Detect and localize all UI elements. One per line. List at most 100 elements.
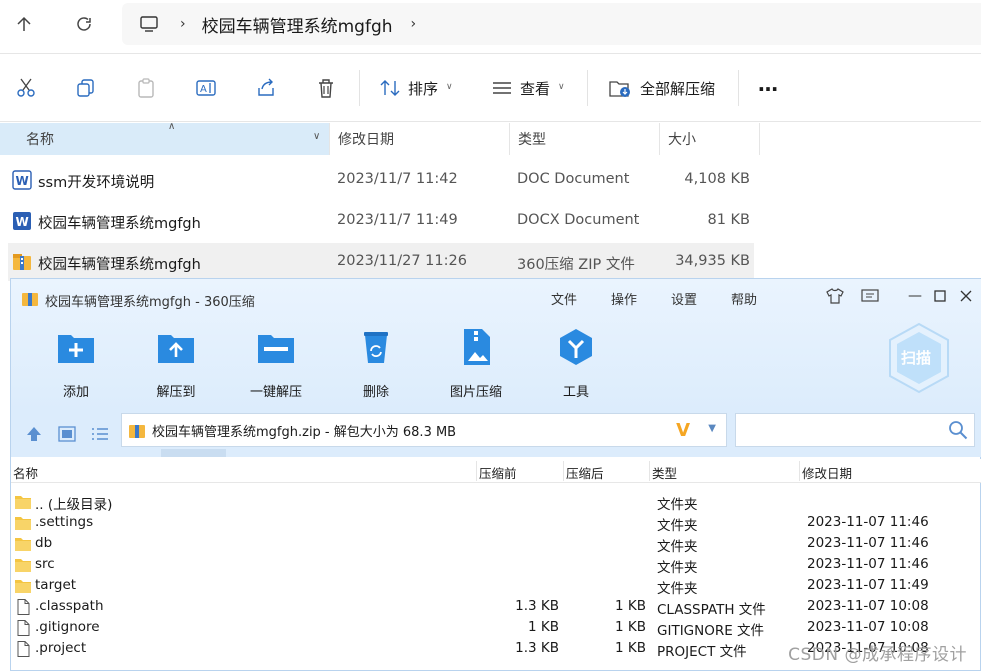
file-icon xyxy=(17,599,30,615)
zip-row[interactable]: .classpath 1.3 KB 1 KB CLASSPATH 文件 2023-11-… xyxy=(11,596,981,618)
column-date[interactable]: 修改日期 xyxy=(330,123,510,155)
file-size: 34,935 KB xyxy=(675,253,750,269)
folder-icon xyxy=(15,538,31,551)
zip-window-header: 校园车辆管理系统mgfgh - 360压缩 文件 操作 设置 帮助 — 添加 解… xyxy=(11,279,981,411)
tab-indicator xyxy=(161,449,226,457)
zip-archive-icon xyxy=(22,293,38,306)
column-type[interactable]: 类型 xyxy=(510,123,660,155)
chevron-down-icon[interactable]: ∨ xyxy=(313,131,320,142)
zip-row-name: .. (上级目录) xyxy=(35,497,113,513)
menu-help[interactable]: 帮助 xyxy=(731,289,757,308)
zip-col-before[interactable]: 压缩前 xyxy=(479,463,517,482)
column-type-label: 类型 xyxy=(518,132,546,148)
zip-row-type: 文件夹 xyxy=(657,581,698,597)
zip-col-name[interactable]: 名称 xyxy=(13,463,38,482)
chevron-right-icon[interactable]: › xyxy=(411,16,417,32)
zip-row-date: 2023-11-07 11:46 xyxy=(807,556,929,572)
search-icon[interactable] xyxy=(948,420,968,440)
verified-check-icon: V xyxy=(676,420,690,441)
zip-row[interactable]: target 文件夹 2023-11-07 11:49 xyxy=(11,575,981,597)
zip-row[interactable]: .gitignore 1 KB 1 KB GITIGNORE 文件 2023-11-07… xyxy=(11,617,981,639)
refresh-icon[interactable] xyxy=(64,6,104,42)
zip-row-type: GITIGNORE 文件 xyxy=(657,623,765,639)
column-divider xyxy=(476,461,477,481)
word-doc-icon: W xyxy=(12,170,32,190)
zip-row-date: 2023-11-07 10:08 xyxy=(807,598,929,614)
chevron-down-icon[interactable]: ▼ xyxy=(708,423,716,434)
word-docx-icon: W xyxy=(13,212,31,230)
paste-icon[interactable] xyxy=(134,76,158,100)
view-icon[interactable] xyxy=(490,76,514,100)
menu-settings[interactable]: 设置 xyxy=(671,289,697,308)
file-row[interactable]: W 校园车辆管理系统mgfgh 2023/11/7 11:49 DOCX Doc… xyxy=(8,202,754,240)
zip-col-date[interactable]: 修改日期 xyxy=(802,463,852,482)
menu-operation[interactable]: 操作 xyxy=(611,289,637,308)
maximize-icon[interactable] xyxy=(929,285,951,307)
column-size[interactable]: 大小 xyxy=(660,123,760,155)
list-view-icon[interactable] xyxy=(89,423,111,445)
feedback-icon[interactable] xyxy=(859,285,881,307)
view-button[interactable]: 查看 xyxy=(520,78,550,99)
file-icon xyxy=(17,641,30,657)
sort-button[interactable]: 排序 xyxy=(408,78,438,99)
menu-file[interactable]: 文件 xyxy=(551,289,577,308)
chevron-down-icon[interactable]: ∨ xyxy=(558,82,565,92)
file-row-selected[interactable]: 校园车辆管理系统mgfgh 2023/11/27 11:26 360压缩 ZIP… xyxy=(8,243,754,281)
zip-row-type: 文件夹 xyxy=(657,560,698,576)
thumbnail-view-icon[interactable] xyxy=(56,423,78,445)
skin-shirt-icon[interactable] xyxy=(824,285,846,307)
zip-row-after: 1 KB xyxy=(615,640,646,656)
zip-row-name: src xyxy=(35,556,55,572)
cut-icon[interactable] xyxy=(14,76,38,100)
column-divider xyxy=(799,461,800,481)
minimize-icon[interactable]: — xyxy=(904,285,926,307)
zip-row-name: target xyxy=(35,577,77,593)
zip-search-input[interactable] xyxy=(735,413,975,447)
copy-icon[interactable] xyxy=(74,76,98,100)
image-compress-label: 图片压缩 xyxy=(449,385,502,400)
sort-icon[interactable] xyxy=(378,76,402,100)
one-click-extract-button[interactable]: 一键解压 xyxy=(231,327,321,400)
zip-row-type: PROJECT 文件 xyxy=(657,644,747,660)
add-button[interactable]: 添加 xyxy=(31,327,121,400)
zip-row-date: 2023-11-07 11:46 xyxy=(807,535,929,551)
zip-row[interactable]: .. (上级目录) 文件夹 xyxy=(11,491,981,513)
zip-path-field[interactable]: 校园车辆管理系统mgfgh.zip - 解包大小为 68.3 MB V ▼ xyxy=(121,413,727,447)
zip-col-after[interactable]: 压缩后 xyxy=(566,463,604,482)
up-arrow-icon[interactable] xyxy=(4,6,44,42)
breadcrumb-folder[interactable]: 校园车辆管理系统mgfgh xyxy=(202,12,393,37)
chevron-down-icon[interactable]: ∨ xyxy=(446,82,453,92)
zip-row[interactable]: db 文件夹 2023-11-07 11:46 xyxy=(11,533,981,555)
toolbar-divider xyxy=(359,70,360,106)
file-row[interactable]: W ssm开发环境说明 2023/11/7 11:42 DOC Document… xyxy=(8,161,754,199)
column-name[interactable]: 名称 ∧ ∨ xyxy=(0,121,330,155)
column-name-label: 名称 xyxy=(26,132,54,148)
one-click-folder-icon xyxy=(258,335,294,363)
zip-col-type[interactable]: 类型 xyxy=(652,463,677,482)
zip-row-before: 1.3 KB xyxy=(515,640,559,656)
delete-label: 删除 xyxy=(362,385,389,400)
image-compress-button[interactable]: 图片压缩 xyxy=(431,327,521,400)
file-name: 校园车辆管理系统mgfgh xyxy=(38,257,201,273)
delete-icon[interactable] xyxy=(314,76,338,100)
zip-row-type: 文件夹 xyxy=(657,497,698,513)
extract-folder-icon[interactable] xyxy=(608,76,632,100)
share-icon[interactable] xyxy=(254,76,278,100)
extract-all-button[interactable]: 全部解压缩 xyxy=(640,78,715,99)
address-bar[interactable]: › 校园车辆管理系统mgfgh › xyxy=(122,3,981,45)
extract-to-button[interactable]: 解压到 xyxy=(131,327,221,400)
file-date: 2023/11/7 11:49 xyxy=(337,212,458,228)
up-level-icon[interactable] xyxy=(23,423,45,445)
zip-row[interactable]: .settings 文件夹 2023-11-07 11:46 xyxy=(11,512,981,534)
extract-folder-icon xyxy=(158,335,194,363)
scan-button[interactable]: 扫描 xyxy=(886,321,952,395)
file-size: 4,108 KB xyxy=(684,171,750,187)
zip-row[interactable]: src 文件夹 2023-11-07 11:46 xyxy=(11,554,981,576)
zip-row-type: 文件夹 xyxy=(657,518,698,534)
rename-icon[interactable]: A xyxy=(194,76,218,100)
delete-button[interactable]: 删除 xyxy=(331,327,421,400)
zip-row-name: .classpath xyxy=(35,598,104,614)
more-options-icon[interactable]: … xyxy=(758,72,779,96)
close-icon[interactable] xyxy=(955,285,977,307)
tools-button[interactable]: 工具 xyxy=(531,327,621,400)
